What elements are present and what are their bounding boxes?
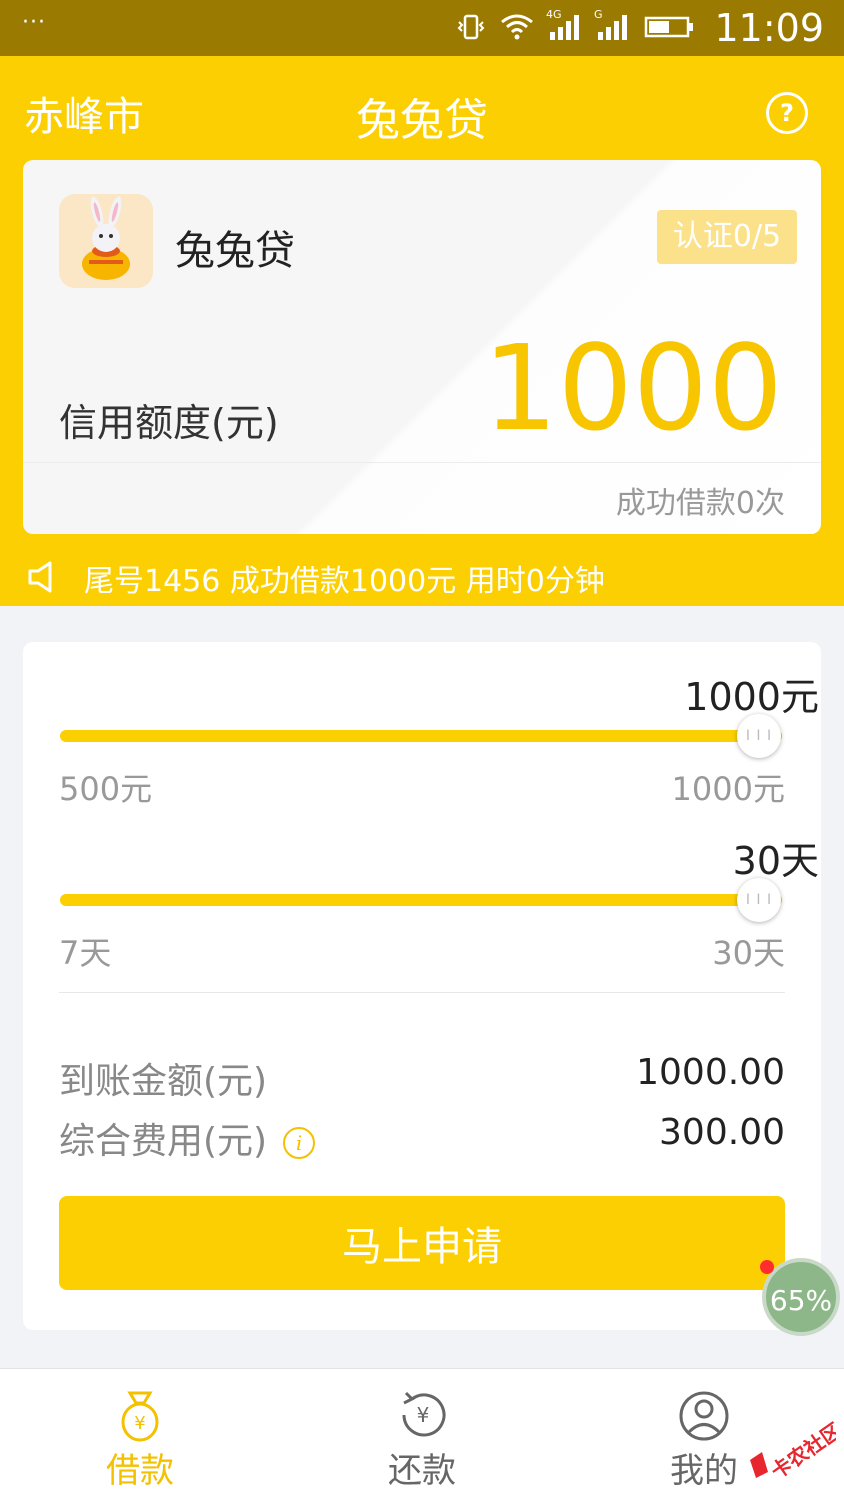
repay-icon: ¥ (402, 1391, 446, 1437)
notice-bar: 尾号1456 成功借款1000元 用时0分钟 (0, 556, 844, 599)
svg-text:¥: ¥ (134, 1413, 145, 1434)
fee-label: 综合费用(元) (59, 1121, 268, 1162)
form-divider (59, 992, 785, 993)
network-type-label-2: G (594, 8, 603, 21)
speaker-icon (28, 561, 52, 593)
info-icon[interactable]: i (283, 1127, 316, 1159)
status-icons: 4G G (456, 8, 694, 40)
credit-limit-amount: 1000 (482, 319, 783, 457)
tab-borrow[interactable]: ¥ 借款 (40, 1369, 240, 1501)
watermark-logo: 卡农社区 (750, 1418, 844, 1484)
rabbit-icon (82, 196, 130, 280)
amount-value: 1000元 (684, 675, 819, 719)
vibrate-icon (457, 14, 485, 40)
amount-min-label: 500元 (59, 770, 153, 808)
days-slider-thumb[interactable]: I I I (737, 878, 781, 922)
wifi-icon (501, 14, 533, 40)
signal-4g-icon: 4G (546, 8, 582, 40)
amount-slider-thumb[interactable]: I I I (737, 714, 781, 758)
app-logo (59, 194, 153, 288)
signal-g-icon: G (594, 8, 630, 40)
status-bar: ··· 4G G 11:09 (0, 0, 844, 56)
loan-form-card: 1000元 I I I 500元 1000元 30天 I I I 7天 30天 … (23, 642, 821, 1330)
card-divider (23, 462, 821, 463)
credit-limit-label: 信用额度(元) (59, 401, 279, 445)
status-time: 11:09 (714, 6, 824, 50)
svg-text:¥: ¥ (417, 1403, 430, 1427)
days-max-label: 30天 (712, 934, 785, 972)
success-loan-count: 成功借款0次 (615, 486, 785, 521)
fee-value: 300.00 (659, 1112, 785, 1153)
city-selector[interactable]: 赤峰市 (24, 84, 144, 142)
tab-borrow-label: 借款 (106, 1451, 174, 1491)
notification-dot (760, 1260, 774, 1274)
received-amount-label: 到账金额(元) (59, 1061, 268, 1102)
notification-dots: ··· (22, 10, 46, 35)
svg-text:卡农社区: 卡农社区 (767, 1418, 836, 1484)
network-type-label: 4G (546, 8, 562, 21)
received-amount-value: 1000.00 (636, 1052, 785, 1093)
community-watermark: 卡农社区 (742, 1412, 844, 1492)
floating-memory-ball[interactable]: 65% (762, 1258, 840, 1336)
money-bag-icon: ¥ (121, 1391, 159, 1442)
days-slider-track[interactable] (60, 894, 782, 906)
apply-button[interactable]: 马上申请 (59, 1196, 785, 1290)
app-name: 兔兔贷 (175, 228, 295, 274)
help-icon[interactable]: ? (766, 92, 808, 134)
tab-repay[interactable]: ¥ 还款 (322, 1369, 522, 1501)
days-value: 30天 (732, 839, 819, 883)
fee-label-row: 综合费用(元) i (59, 1112, 316, 1164)
days-min-label: 7天 (59, 934, 112, 972)
credit-card: 兔兔贷 认证0/5 信用额度(元) 1000 成功借款0次 (23, 160, 821, 534)
battery-icon (644, 16, 693, 38)
amount-max-label: 1000元 (671, 770, 785, 808)
notice-text: 尾号1456 成功借款1000元 用时0分钟 (84, 564, 605, 599)
bottom-tab-bar: ¥ 借款 ¥ 还款 我的 (0, 1368, 844, 1501)
certification-button[interactable]: 认证0/5 (657, 210, 797, 264)
tab-repay-label: 还款 (388, 1451, 456, 1491)
amount-slider-track[interactable] (60, 730, 782, 742)
